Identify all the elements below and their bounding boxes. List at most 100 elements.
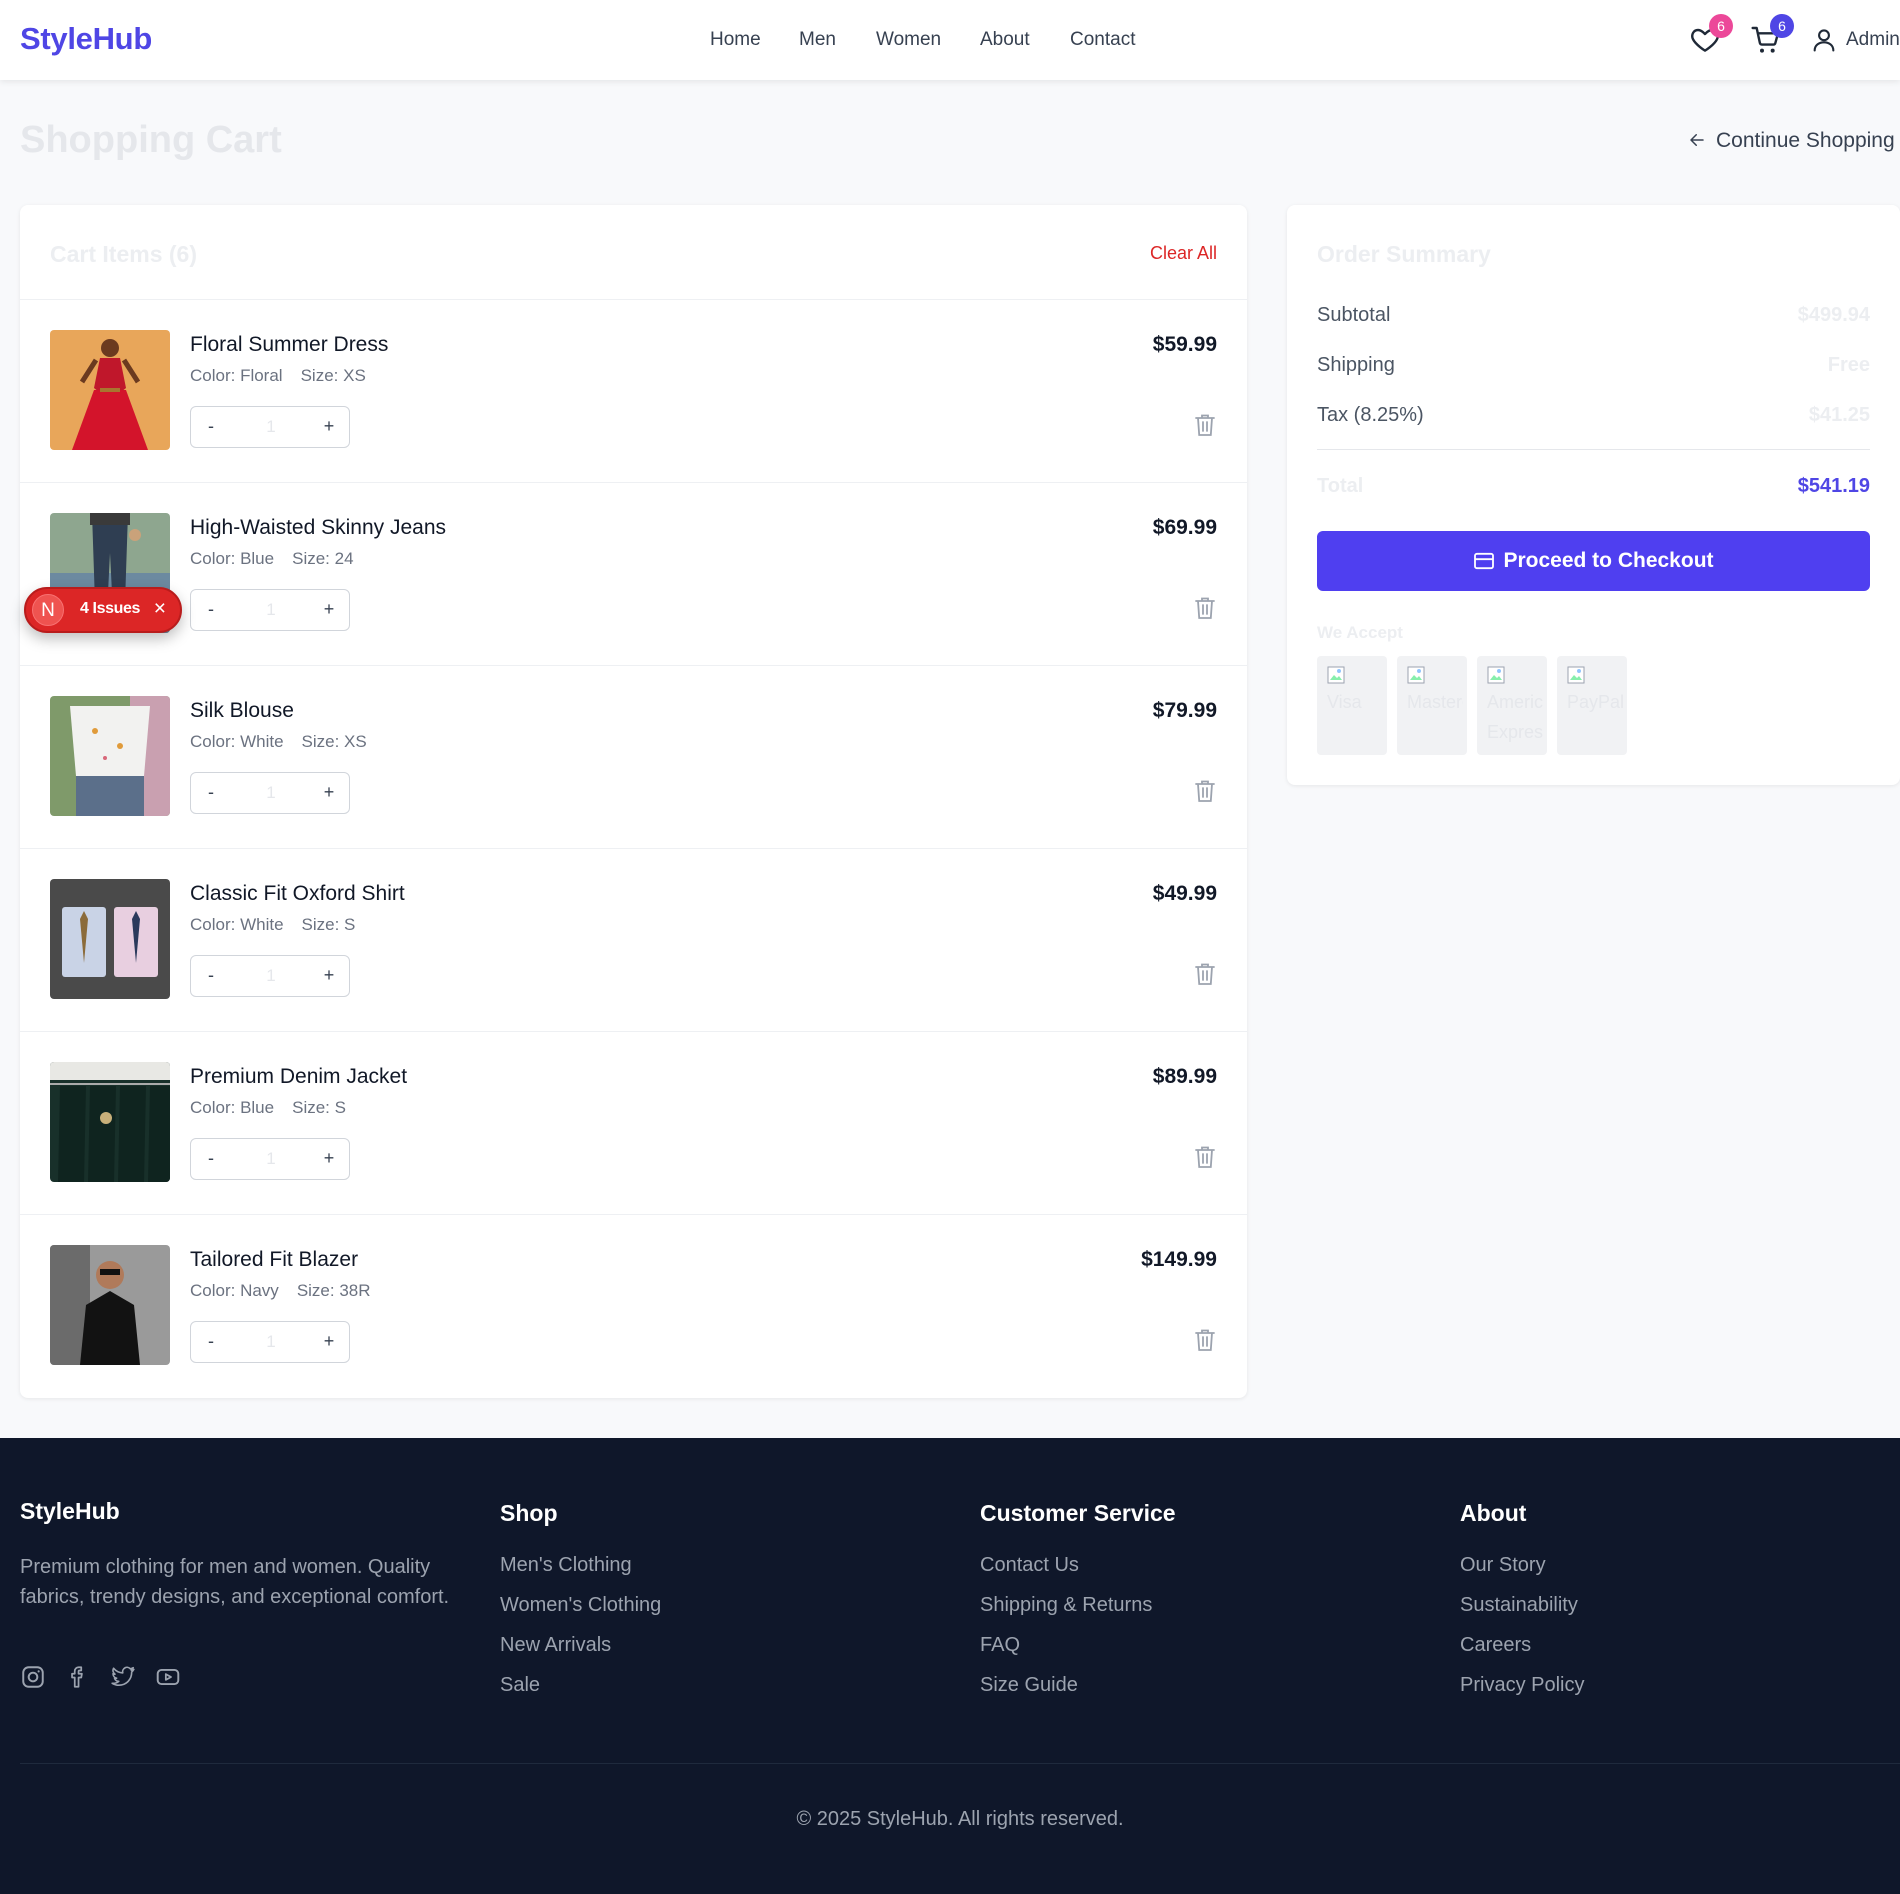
quantity-stepper: - 1 +	[190, 1138, 350, 1180]
nav-contact[interactable]: Contact	[1070, 29, 1135, 51]
footer-link[interactable]: Our Story	[1460, 1554, 1584, 1594]
footer-link[interactable]: Privacy Policy	[1460, 1674, 1584, 1714]
cart-item: Floral Summer Dress Color: Floral Size: X…	[20, 300, 1247, 483]
quantity-stepper: - 1 +	[190, 1321, 350, 1363]
decrease-quantity-button[interactable]: -	[201, 782, 221, 803]
trash-icon[interactable]	[1193, 1144, 1217, 1170]
we-accept-label: We Accept	[1317, 623, 1403, 642]
instagram-icon[interactable]	[20, 1664, 46, 1690]
total-value: $541.19	[1797, 475, 1870, 497]
item-color: Color: Navy	[190, 1281, 279, 1300]
item-attributes: Color: Blue Size: 24	[190, 549, 354, 569]
dress-photo[interactable]	[50, 330, 170, 450]
decrease-quantity-button[interactable]: -	[201, 965, 221, 986]
user-menu-button[interactable]	[1810, 24, 1840, 58]
trash-icon[interactable]	[1193, 778, 1217, 804]
item-price: $49.99	[1152, 882, 1217, 905]
order-summary-heading: Order Summary	[1317, 241, 1491, 267]
item-name[interactable]: Premium Denim Jacket	[190, 1065, 407, 1089]
increase-quantity-button[interactable]: +	[319, 1331, 339, 1352]
tax-value: $41.25	[1808, 404, 1870, 426]
item-color: Color: Floral	[190, 366, 283, 385]
issues-indicator[interactable]: N 4 Issues ×	[24, 587, 182, 633]
item-name[interactable]: Classic Fit Oxford Shirt	[190, 882, 405, 906]
quantity-value[interactable]: 1	[251, 1149, 291, 1169]
footer-link[interactable]: FAQ	[980, 1634, 1176, 1674]
facebook-icon[interactable]	[65, 1664, 91, 1690]
blouse-photo[interactable]	[50, 696, 170, 816]
shipping-value: Free	[1827, 354, 1870, 376]
trash-icon[interactable]	[1193, 412, 1217, 438]
trash-icon[interactable]	[1193, 1327, 1217, 1353]
footer-link[interactable]: Sustainability	[1460, 1594, 1584, 1634]
increase-quantity-button[interactable]: +	[319, 965, 339, 986]
item-name[interactable]: Tailored Fit Blazer	[190, 1248, 358, 1272]
footer-link[interactable]: Shipping & Returns	[980, 1594, 1176, 1634]
trash-icon[interactable]	[1193, 961, 1217, 987]
checkout-label: Proceed to Checkout	[1503, 549, 1714, 572]
increase-quantity-button[interactable]: +	[319, 1148, 339, 1169]
shirts-photo[interactable]	[50, 879, 170, 999]
item-name[interactable]: Silk Blouse	[190, 699, 294, 723]
broken-image-icon	[1407, 666, 1425, 684]
item-price: $89.99	[1152, 1065, 1217, 1088]
close-icon[interactable]: ×	[154, 597, 166, 621]
subtotal-value: $499.94	[1797, 304, 1870, 326]
wishlist-button[interactable]: 6	[1689, 14, 1733, 58]
cart-item: High-Waisted Skinny Jeans Color: Blue Siz…	[20, 483, 1247, 666]
continue-shopping-link[interactable]: Continue Shopping	[1688, 129, 1895, 153]
decrease-quantity-button[interactable]: -	[201, 1148, 221, 1169]
footer-about-heading: About	[1460, 1500, 1527, 1526]
jackets-photo[interactable]	[50, 1062, 170, 1182]
footer-link[interactable]: Size Guide	[980, 1674, 1176, 1714]
quantity-value[interactable]: 1	[251, 966, 291, 986]
item-name[interactable]: High-Waisted Skinny Jeans	[190, 516, 446, 540]
cart-item: Tailored Fit Blazer Color: Navy Size: 38R…	[20, 1215, 1247, 1398]
decrease-quantity-button[interactable]: -	[201, 599, 221, 620]
user-name[interactable]: Admin	[1846, 29, 1900, 51]
decrease-quantity-button[interactable]: -	[201, 1331, 221, 1352]
quantity-value[interactable]: 1	[251, 783, 291, 803]
increase-quantity-button[interactable]: +	[319, 782, 339, 803]
nav-women[interactable]: Women	[876, 29, 941, 51]
trash-icon[interactable]	[1193, 595, 1217, 621]
nav-men[interactable]: Men	[799, 29, 836, 51]
nav-about[interactable]: About	[980, 29, 1030, 51]
increase-quantity-button[interactable]: +	[319, 416, 339, 437]
item-color: Color: Blue	[190, 1098, 275, 1117]
footer-link[interactable]: Careers	[1460, 1634, 1584, 1674]
cart-items-heading: Cart Items (6)	[50, 241, 197, 267]
cart-items-card: Cart Items (6) Clear All Floral Summer D…	[20, 205, 1247, 1398]
footer-description: Premium clothing for men and women. Qual…	[20, 1556, 450, 1608]
clear-all-button[interactable]: Clear All	[1150, 243, 1217, 264]
blazer-photo[interactable]	[50, 1245, 170, 1365]
user-icon	[1813, 29, 1835, 52]
nav-home[interactable]: Home	[710, 29, 761, 51]
payment-alt-text: Visa	[1327, 692, 1362, 712]
footer-link[interactable]: Men's Clothing	[500, 1554, 661, 1594]
order-summary-card: Order Summary Subtotal $499.94 Shipping …	[1287, 205, 1900, 785]
quantity-stepper: - 1 +	[190, 772, 350, 814]
footer-link[interactable]: Sale	[500, 1674, 661, 1714]
footer-link[interactable]: Contact Us	[980, 1554, 1176, 1594]
quantity-value[interactable]: 1	[251, 417, 291, 437]
footer-logo: StyleHub	[20, 1498, 120, 1524]
proceed-to-checkout-button[interactable]: Proceed to Checkout	[1317, 531, 1870, 591]
footer-link[interactable]: Women's Clothing	[500, 1594, 661, 1634]
item-color: Color: Blue	[190, 549, 275, 568]
item-price: $69.99	[1152, 516, 1217, 539]
quantity-value[interactable]: 1	[251, 1332, 291, 1352]
footer-link[interactable]: New Arrivals	[500, 1634, 661, 1674]
payment-amex: American Express	[1477, 656, 1547, 755]
increase-quantity-button[interactable]: +	[319, 599, 339, 620]
main-nav: Home Men Women About Contact	[0, 29, 1900, 53]
cart-button[interactable]: 6	[1750, 14, 1794, 58]
shipping-label: Shipping	[1317, 354, 1395, 376]
quantity-stepper: - 1 +	[190, 589, 350, 631]
page-title: Shopping Cart	[20, 119, 282, 161]
youtube-icon[interactable]	[155, 1664, 181, 1690]
item-name[interactable]: Floral Summer Dress	[190, 333, 388, 357]
quantity-value[interactable]: 1	[251, 600, 291, 620]
twitter-icon[interactable]	[110, 1664, 136, 1690]
decrease-quantity-button[interactable]: -	[201, 416, 221, 437]
